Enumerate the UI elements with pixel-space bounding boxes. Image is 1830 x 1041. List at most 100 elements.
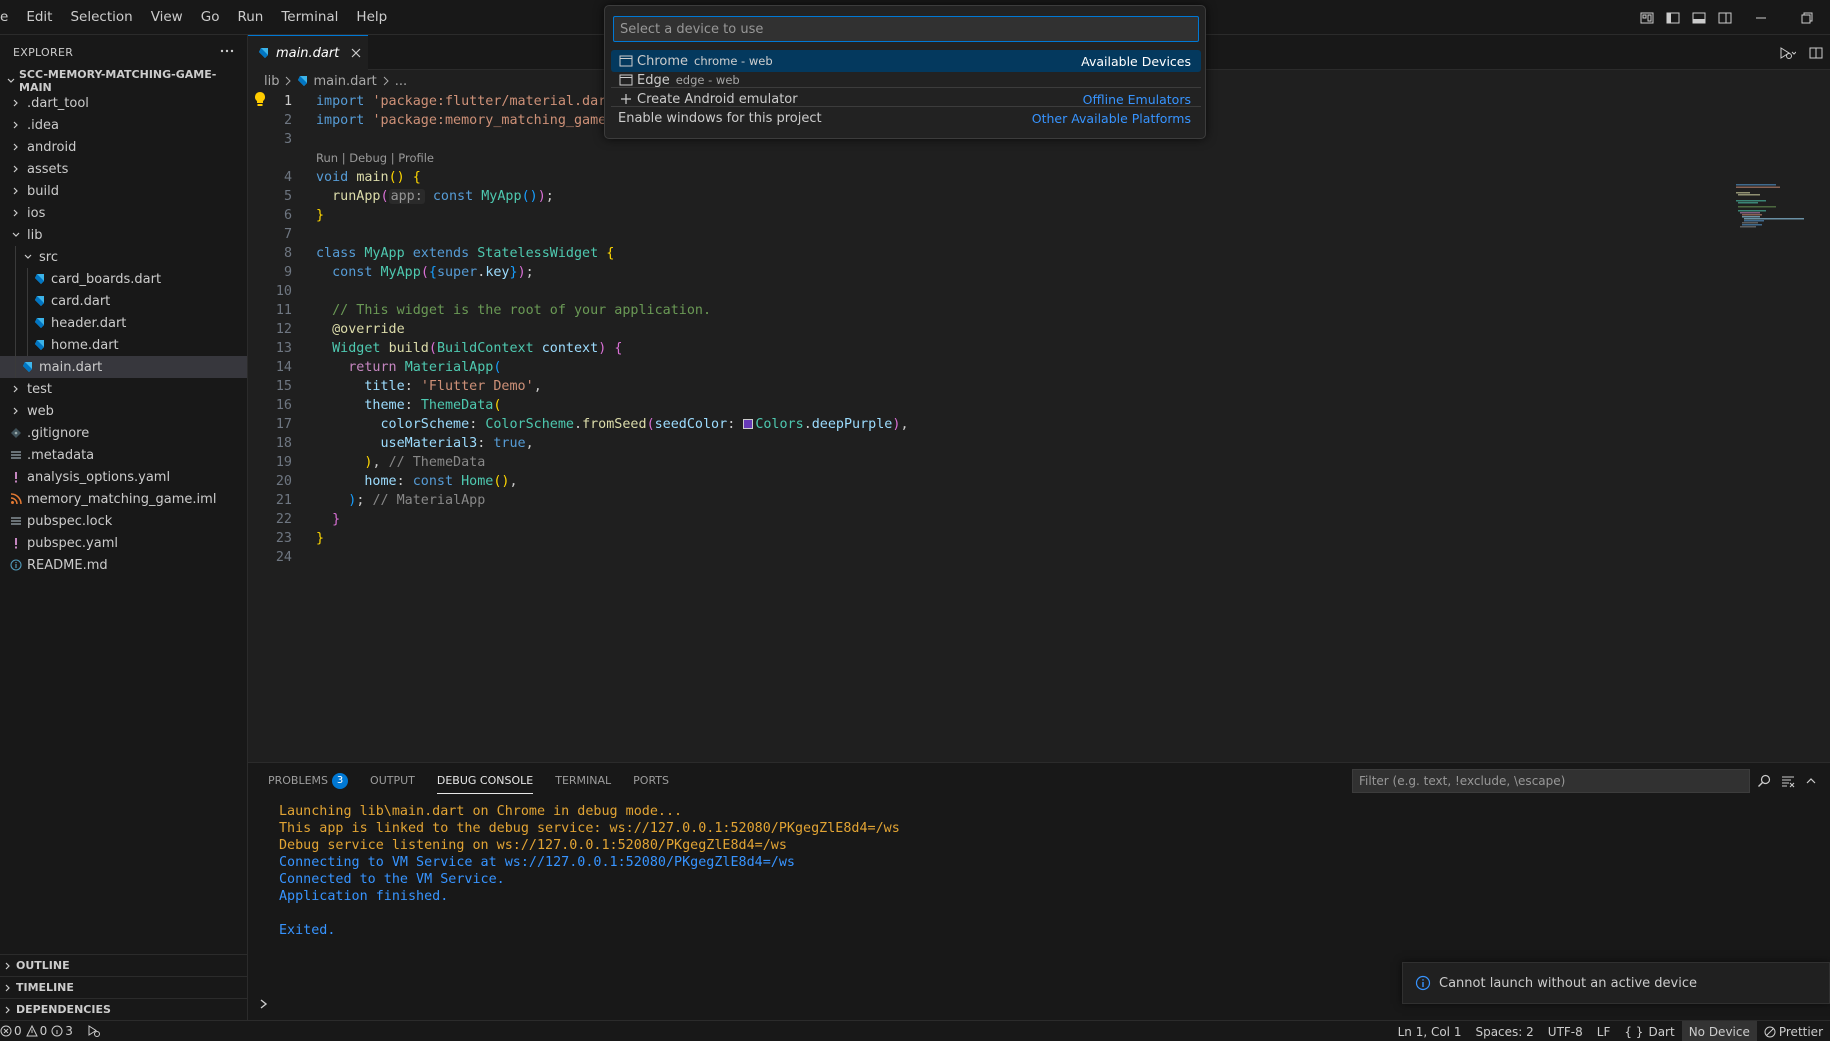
section-timeline[interactable]: TIMELINE <box>0 976 247 998</box>
run-debug-icon[interactable] <box>1778 45 1796 61</box>
editor-actions <box>1778 35 1830 70</box>
device-option-enable-windows-for-this-project[interactable]: Enable windows for this project Other Ava… <box>611 107 1201 129</box>
tree-item-idea[interactable]: .idea <box>0 114 247 136</box>
tab-main-dart[interactable]: main.dart <box>248 35 368 70</box>
device-search-input[interactable] <box>613 16 1199 42</box>
chevron-right-icon <box>8 205 24 221</box>
indent-guide <box>27 312 28 334</box>
color-swatch[interactable] <box>743 419 754 429</box>
device-group-label: Available Devices <box>1081 53 1191 69</box>
tree-item-main-dart[interactable]: main.dart <box>0 356 247 378</box>
device-group-label: Offline Emulators <box>1082 91 1191 107</box>
section-outline[interactable]: OUTLINE <box>0 954 247 976</box>
customize-layout-icon[interactable] <box>1636 7 1658 29</box>
tree-item-android[interactable]: android <box>0 136 247 158</box>
text-file-icon <box>8 447 24 463</box>
tree-item-header-dart[interactable]: header.dart <box>0 312 247 334</box>
toggle-primary-sidebar-icon[interactable] <box>1662 7 1684 29</box>
prettier-status[interactable]: Prettier <box>1757 1021 1830 1041</box>
section-label: OUTLINE <box>16 959 70 972</box>
console-filter-input[interactable] <box>1352 769 1750 793</box>
plus-icon <box>618 91 634 107</box>
menu-selection[interactable]: Selection <box>61 0 141 35</box>
indent-guide <box>15 312 16 334</box>
tree-item-label: assets <box>27 161 69 177</box>
menu-e[interactable]: e <box>0 0 17 35</box>
tree-item-analysis-options-yaml[interactable]: analysis_options.yaml <box>0 466 247 488</box>
ellipsis-icon[interactable] <box>219 43 235 63</box>
chevron-up-icon[interactable] <box>1804 774 1818 788</box>
run-debug-status-icon[interactable] <box>80 1021 108 1041</box>
toggle-secondary-sidebar-icon[interactable] <box>1714 7 1736 29</box>
tree-item-web[interactable]: web <box>0 400 247 422</box>
tree-item-dart-tool[interactable]: .dart_tool <box>0 92 247 114</box>
tree-item-gitignore[interactable]: .gitignore <box>0 422 247 444</box>
indent-guide <box>27 334 28 356</box>
tree-item-label: card_boards.dart <box>51 271 162 287</box>
console-line: Connecting to VM Service at ws://127.0.0… <box>279 855 795 870</box>
section-dependencies[interactable]: DEPENDENCIES <box>0 998 247 1020</box>
tree-item-lib[interactable]: lib <box>0 224 247 246</box>
split-editor-icon[interactable] <box>1808 45 1824 61</box>
close-icon[interactable] <box>351 48 361 58</box>
panel-tab-label: TERMINAL <box>555 774 612 787</box>
warning-icon <box>25 1025 38 1037</box>
code-editor[interactable]: 1 import 'package:flutter/material.dart 2… <box>248 92 1830 762</box>
breadcrumb-symbol[interactable]: ... <box>395 74 407 89</box>
cursor-position[interactable]: Ln 1, Col 1 <box>1391 1021 1469 1041</box>
tree-item-home-dart[interactable]: home.dart <box>0 334 247 356</box>
restore-icon[interactable] <box>1784 0 1830 35</box>
clear-console-icon[interactable] <box>1780 773 1796 789</box>
tree-item-card-boards-dart[interactable]: card_boards.dart <box>0 268 247 290</box>
tree-item-src[interactable]: src <box>0 246 247 268</box>
notification-toast[interactable]: Cannot launch without an active device <box>1402 962 1830 1004</box>
panel-tab-ports[interactable]: PORTS <box>633 763 669 798</box>
explorer-sidebar: EXPLORER SCC-MEMORY-MATCHING-GAME-MAIN .… <box>0 35 248 1020</box>
encoding[interactable]: UTF-8 <box>1541 1021 1590 1041</box>
chevron-right-icon[interactable] <box>258 998 270 1014</box>
search-icon[interactable] <box>1756 773 1772 789</box>
indentation[interactable]: Spaces: 2 <box>1468 1021 1540 1041</box>
tree-item-build[interactable]: build <box>0 180 247 202</box>
panel-tab-output[interactable]: OUTPUT <box>370 763 415 798</box>
toggle-panel-icon[interactable] <box>1688 7 1710 29</box>
prohibited-icon <box>1764 1026 1776 1038</box>
info-icon <box>51 1025 63 1037</box>
tree-item-card-dart[interactable]: card.dart <box>0 290 247 312</box>
language-mode[interactable]: { } Dart <box>1617 1021 1681 1041</box>
breadcrumb-lib[interactable]: lib <box>264 74 279 89</box>
tree-item-memory-matching-game-iml[interactable]: memory_matching_game.iml <box>0 488 247 510</box>
tree-item-readme-md[interactable]: README.md <box>0 554 247 576</box>
tree-item-pubspec-lock[interactable]: pubspec.lock <box>0 510 247 532</box>
panel-tab-terminal[interactable]: TERMINAL <box>555 763 611 798</box>
project-folder-header[interactable]: SCC-MEMORY-MATCHING-GAME-MAIN <box>0 68 247 94</box>
device-option-label: Create Android emulator <box>637 91 798 107</box>
tree-item-test[interactable]: test <box>0 378 247 400</box>
minimize-icon[interactable] <box>1738 0 1784 35</box>
breadcrumb-main-dart[interactable]: main.dart <box>313 74 376 89</box>
menu-run[interactable]: Run <box>228 0 272 35</box>
tree-item-label: .idea <box>27 117 59 133</box>
menu-go[interactable]: Go <box>192 0 229 35</box>
end-of-line[interactable]: LF <box>1590 1021 1618 1041</box>
problems-status[interactable]: 0 0 3 <box>0 1021 80 1041</box>
tree-item-assets[interactable]: assets <box>0 158 247 180</box>
device-selector[interactable]: No Device <box>1681 1021 1757 1041</box>
device-quick-pick: Chrome chrome - web Available Devices Edgee… <box>604 5 1206 139</box>
tree-item-ios[interactable]: ios <box>0 202 247 224</box>
problems-count-badge: 3 <box>332 772 349 789</box>
info-icon <box>1415 975 1431 991</box>
tree-item-pubspec-yaml[interactable]: pubspec.yaml <box>0 532 247 554</box>
panel-tab-debug-console[interactable]: DEBUG CONSOLE <box>436 763 534 798</box>
menu-terminal[interactable]: Terminal <box>272 0 347 35</box>
menu-edit[interactable]: Edit <box>17 0 61 35</box>
menu-view[interactable]: View <box>142 0 192 35</box>
chevron-down-icon <box>20 249 36 265</box>
explorer-title: EXPLORER <box>13 46 74 59</box>
chevron-down-icon <box>3 73 19 89</box>
minimap[interactable] <box>1736 184 1816 234</box>
tree-item-metadata[interactable]: .metadata <box>0 444 247 466</box>
device-group-label: Other Available Platforms <box>1031 110 1191 126</box>
menu-help[interactable]: Help <box>347 0 396 35</box>
panel-tab-problems[interactable]: PROBLEMS 3 <box>268 763 349 798</box>
